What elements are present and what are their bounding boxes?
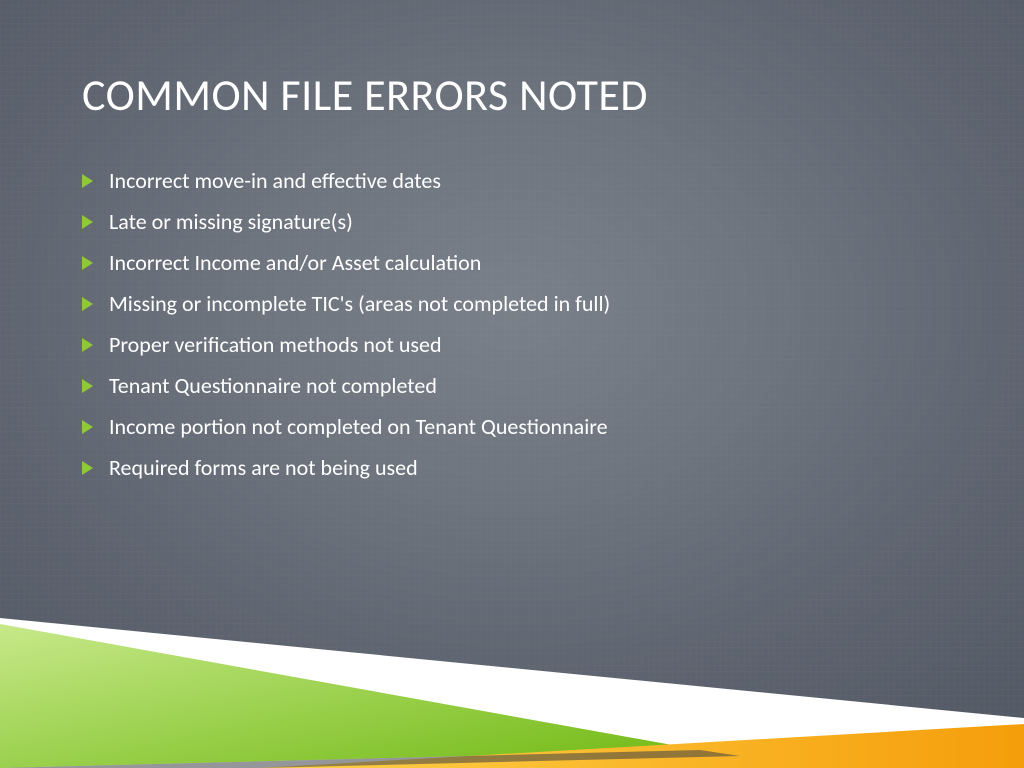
list-item: Tenant Questionnaire not completed [82,375,964,397]
bullet-text: Required forms are not being used [109,457,418,479]
bullet-list: Incorrect move-in and effective dates La… [82,170,964,498]
slide-title: COMMON FILE ERRORS NOTED [82,68,648,122]
list-item: Late or missing signature(s) [82,211,964,233]
bullet-arrow-icon [82,297,93,311]
bullet-text: Income portion not completed on Tenant Q… [109,416,608,438]
list-item: Proper verification methods not used [82,334,964,356]
list-item: Missing or incomplete TIC's (areas not c… [82,293,964,315]
bullet-text: Incorrect move-in and effective dates [109,170,441,192]
bullet-text: Proper verification methods not used [109,334,442,356]
list-item: Incorrect move-in and effective dates [82,170,964,192]
bullet-arrow-icon [82,174,93,188]
bullet-arrow-icon [82,379,93,393]
decorative-footer-icon [0,578,1024,768]
bullet-arrow-icon [82,420,93,434]
bullet-text: Missing or incomplete TIC's (areas not c… [109,293,610,315]
list-item: Income portion not completed on Tenant Q… [82,416,964,438]
list-item: Incorrect Income and/or Asset calculatio… [82,252,964,274]
bullet-text: Incorrect Income and/or Asset calculatio… [109,252,481,274]
bullet-arrow-icon [82,256,93,270]
slide: COMMON FILE ERRORS NOTED Incorrect move-… [0,0,1024,768]
bullet-arrow-icon [82,215,93,229]
bullet-text: Tenant Questionnaire not completed [109,375,437,397]
list-item: Required forms are not being used [82,457,964,479]
bullet-text: Late or missing signature(s) [109,211,353,233]
bullet-arrow-icon [82,338,93,352]
bullet-arrow-icon [82,461,93,475]
